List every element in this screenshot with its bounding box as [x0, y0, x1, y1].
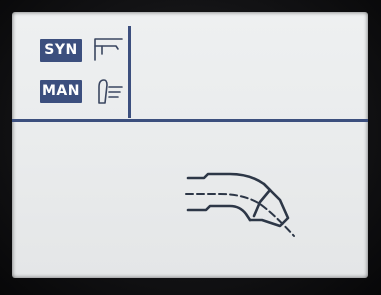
man-mode-badge[interactable]: MAN	[40, 80, 82, 103]
lcd-screen: SYN MAN	[12, 12, 368, 278]
device-bezel: SYN MAN	[0, 0, 381, 295]
synergic-torch-icon	[94, 38, 123, 61]
mode-divider-vertical	[128, 26, 131, 118]
main-display-area	[12, 122, 368, 278]
welding-torch-icon	[185, 172, 295, 237]
manual-torch-icon	[98, 79, 123, 104]
syn-mode-badge[interactable]: SYN	[40, 39, 82, 62]
